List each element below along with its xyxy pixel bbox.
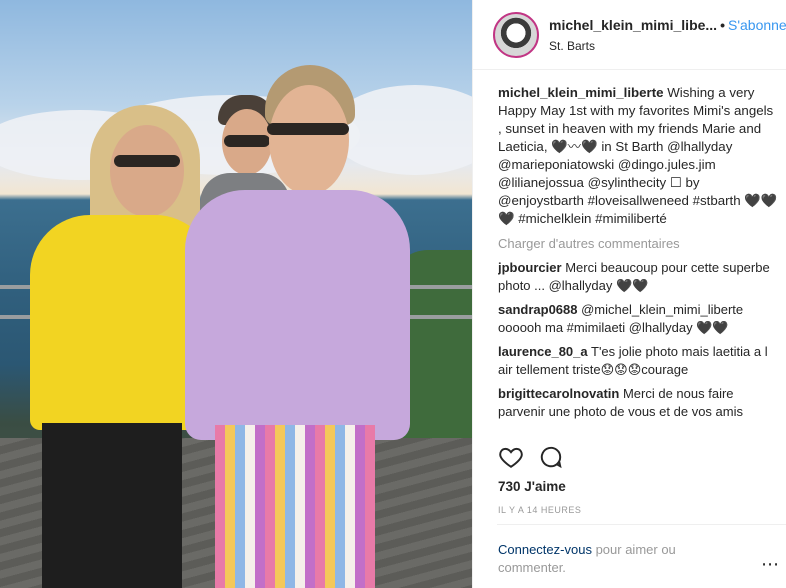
post-photo[interactable] [0,0,472,588]
post-header: michel_klein_mimi_libe... • S'abonner St. … [473,0,786,70]
location-link[interactable]: St. Barts [549,39,786,53]
login-prompt: Connectez-vous pour aimer ou commenter. [498,541,728,577]
comment: laurence_80_a T'es jolie photo mais laet… [498,343,780,379]
separator-dot: • [720,16,725,33]
likes-count[interactable]: 730 J'aime [498,479,566,494]
post-sidebar: michel_klein_mimi_libe... • S'abonner St. … [472,0,786,588]
username-link[interactable]: michel_klein_mimi_libe... [549,17,717,33]
login-link[interactable]: Connectez-vous [498,542,592,557]
action-bar [498,444,564,470]
comments-list[interactable]: michel_klein_mimi_liberte Wishing a very… [498,84,780,436]
comment-username[interactable]: jpbourcier [498,260,562,275]
comment: jpbourcier Merci beaucoup pour cette sup… [498,259,780,295]
caption-text: Wishing a very Happy May 1st with my fav… [498,85,778,226]
divider [497,524,786,525]
comment: brigittecarolnovatin Merci de nous faire… [498,385,780,421]
comment-username[interactable]: sandrap0688 [498,302,578,317]
avatar[interactable] [493,11,539,58]
comment-username[interactable]: brigittecarolnovatin [498,386,619,401]
comment: sandrap0688 @michel_klein_mimi_liberte o… [498,301,780,337]
comment-username[interactable]: laurence_80_a [498,344,588,359]
post-timestamp[interactable]: IL Y A 14 HEURES [498,505,581,515]
comment-icon[interactable] [538,444,564,470]
caption-username[interactable]: michel_klein_mimi_liberte [498,85,664,100]
follow-button[interactable]: S'abonner [728,17,786,33]
load-more-comments[interactable]: Charger d'autres commentaires [498,236,780,251]
more-options-icon[interactable]: ⋯ [761,554,780,575]
person-woman-lilac [185,65,410,588]
heart-icon[interactable] [498,444,524,470]
caption: michel_klein_mimi_liberte Wishing a very… [498,84,780,228]
